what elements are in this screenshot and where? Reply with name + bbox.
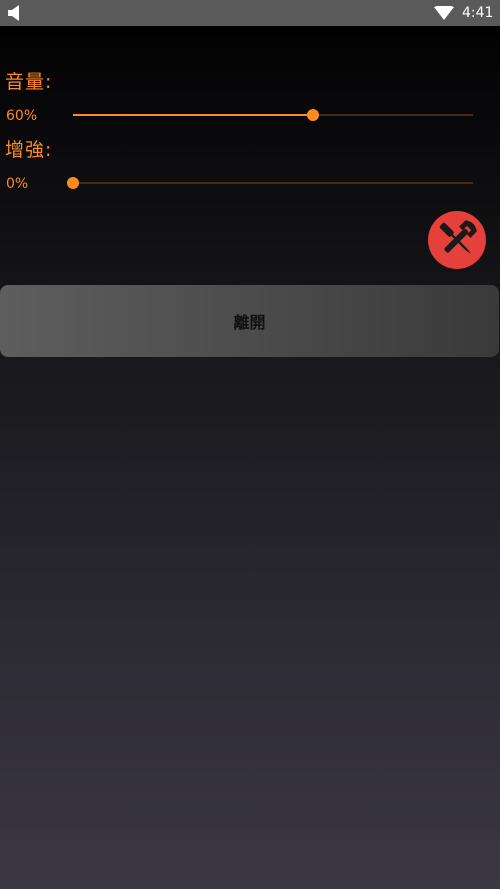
volume-label: 音量: (5, 71, 53, 93)
status-time: 4:41 (462, 5, 494, 21)
volume-value: 60% (6, 108, 38, 124)
boost-slider-track (73, 182, 473, 184)
volume-slider-thumb[interactable] (307, 109, 319, 121)
speaker-icon (8, 5, 19, 21)
boost-slider-thumb[interactable] (67, 177, 79, 189)
boost-slider[interactable] (67, 175, 473, 191)
volume-slider[interactable] (73, 107, 473, 123)
volume-slider-fill (73, 114, 313, 116)
boost-label: 增強: (5, 139, 53, 161)
tools-button[interactable] (427, 210, 487, 270)
wrench-screwdriver-icon (428, 211, 486, 269)
exit-button[interactable]: 離開 (0, 285, 499, 357)
status-bar: 4:41 (0, 0, 500, 26)
wifi-icon (434, 6, 454, 20)
boost-value: 0% (6, 176, 29, 192)
